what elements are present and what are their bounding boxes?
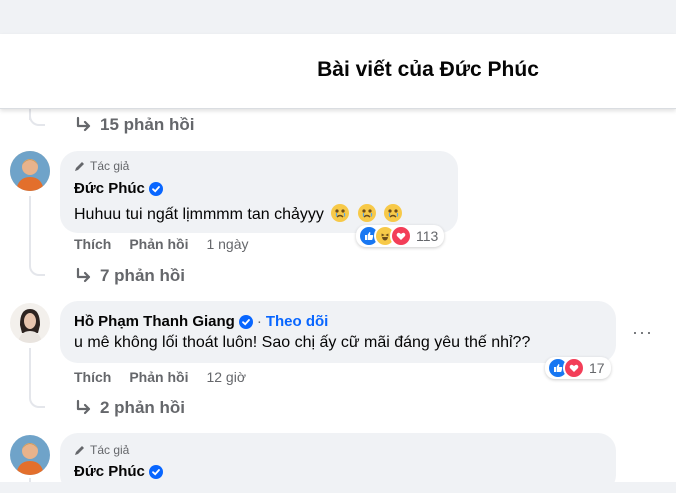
- reaction-summary[interactable]: 17: [545, 357, 611, 379]
- author-badge: Tác giả: [74, 443, 129, 457]
- like-button[interactable]: Thích: [74, 236, 111, 252]
- love-icon: [390, 225, 412, 247]
- view-replies-link[interactable]: 2 phản hồi: [74, 398, 185, 418]
- comment-timestamp[interactable]: 1 ngày: [206, 236, 248, 252]
- replies-count-label: 15 phản hồi: [100, 115, 195, 134]
- comment-author-row: Hồ Phạm Thanh Giang · Theo dõi: [74, 313, 328, 330]
- comment-text: u mê không lối thoát luôn! Sao chị ấy cữ…: [74, 334, 531, 351]
- verified-badge-icon: [148, 464, 163, 479]
- replies-count-label: 2 phản hồi: [100, 398, 185, 417]
- comment-author-row: Đức Phúc: [74, 463, 163, 480]
- view-replies-link[interactable]: 15 phản hồi: [74, 115, 194, 135]
- thread-line: [29, 348, 31, 398]
- author-badge-label: Tác giả: [90, 159, 130, 173]
- comment-actions: Thích Phản hồi 1 ngày: [74, 236, 249, 252]
- avatar-image: [10, 435, 50, 475]
- crying-face-icon: [357, 204, 376, 222]
- follow-separator: ·: [256, 313, 262, 330]
- avatar[interactable]: [10, 303, 50, 343]
- reply-arrow-icon: [76, 116, 91, 132]
- crying-face-icon: [384, 204, 403, 222]
- comment-author-name[interactable]: Đức Phúc: [74, 180, 145, 197]
- reply-button[interactable]: Phản hồi: [129, 369, 188, 385]
- avatar[interactable]: [10, 151, 50, 191]
- pencil-icon: [75, 446, 84, 455]
- love-icon: [563, 357, 585, 379]
- crying-face-icon: [331, 204, 350, 222]
- dialog-header: Bài viết của Đức Phúc: [0, 34, 676, 109]
- reaction-count: 113: [416, 228, 439, 244]
- view-replies-link[interactable]: 7 phản hồi: [74, 266, 185, 286]
- comment-author-name[interactable]: Đức Phúc: [74, 463, 145, 480]
- reply-arrow-icon: [76, 267, 91, 283]
- reply-arrow-icon: [76, 399, 91, 415]
- comment-timestamp[interactable]: 12 giờ: [206, 369, 246, 385]
- avatar-image: [10, 303, 50, 343]
- author-badge: Tác giả: [74, 159, 129, 173]
- thread-line: [29, 478, 31, 482]
- dialog-title: Bài viết của Đức Phúc: [317, 58, 539, 81]
- follow-button[interactable]: Theo dõi: [266, 313, 329, 330]
- page-background: [0, 0, 676, 34]
- author-badge-label: Tác giả: [90, 443, 130, 457]
- verified-badge-icon: [148, 181, 163, 196]
- more-options-icon[interactable]: ···: [632, 322, 653, 343]
- comment-bubble: [60, 301, 616, 363]
- comment-author-name[interactable]: Hồ Phạm Thanh Giang: [74, 313, 235, 330]
- comment-actions: Thích Phản hồi 12 giờ: [74, 369, 246, 385]
- reaction-summary[interactable]: 113: [356, 225, 445, 247]
- verified-badge-icon: [238, 314, 253, 329]
- replies-count-label: 7 phản hồi: [100, 266, 185, 285]
- reaction-count: 17: [589, 360, 605, 376]
- reply-button[interactable]: Phản hồi: [129, 236, 188, 252]
- comment-author-row: Đức Phúc: [74, 180, 163, 197]
- like-button[interactable]: Thích: [74, 369, 111, 385]
- avatar[interactable]: [10, 435, 50, 475]
- comment-text-row: Huhuu tui ngất lịmmmm tan chảyyy: [74, 203, 403, 224]
- comment-text: Huhuu tui ngất lịmmmm tan chảyyy: [74, 206, 324, 223]
- pencil-icon: [75, 162, 84, 171]
- thread-line: [29, 196, 31, 266]
- avatar-image: [10, 151, 50, 191]
